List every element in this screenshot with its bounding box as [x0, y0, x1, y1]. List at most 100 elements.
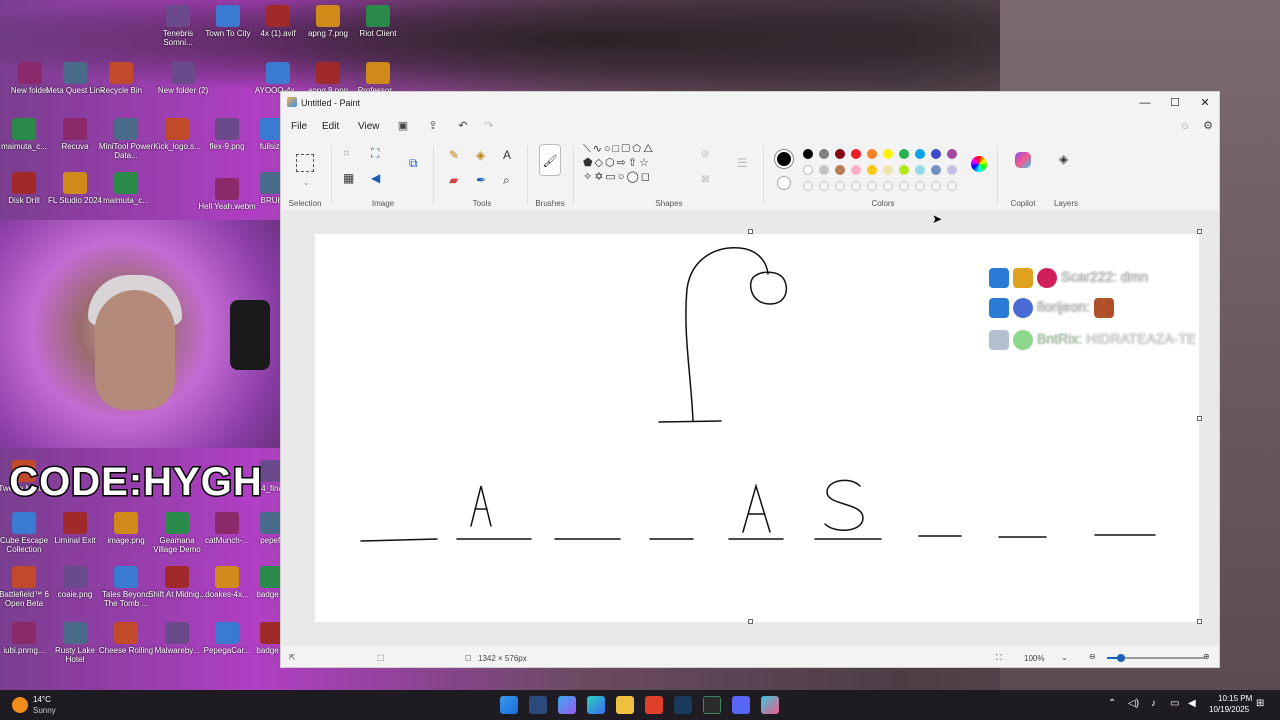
palette-swatch[interactable] [899, 165, 909, 175]
selection-icon[interactable] [296, 154, 314, 172]
tray-chevron-icon[interactable]: ⌃ [1108, 698, 1116, 709]
palette-empty-swatch[interactable] [835, 181, 845, 191]
selection-dropdown-icon[interactable]: ⌄ [303, 176, 310, 190]
pencil-icon[interactable]: ✎ [449, 148, 459, 162]
settings-icon[interactable]: ⚙ [1201, 119, 1215, 133]
zoom-in-icon[interactable]: ⊕ [1203, 652, 1210, 661]
edge-icon[interactable] [587, 696, 605, 714]
steam-icon[interactable] [674, 696, 692, 714]
resize-handle[interactable] [1197, 416, 1202, 421]
menu-file[interactable]: File [291, 121, 307, 132]
copilot-icon[interactable] [1015, 152, 1031, 168]
secondary-color-swatch[interactable] [777, 176, 791, 190]
network-icon[interactable]: ▭ [1170, 698, 1179, 709]
palette-swatch[interactable] [915, 149, 925, 159]
clock-date[interactable]: 10/19/2025 [1209, 705, 1249, 714]
discord-icon[interactable] [732, 696, 750, 714]
size-icon[interactable]: ☰ [737, 156, 748, 170]
zoom-slider[interactable] [1107, 654, 1205, 662]
palette-swatch[interactable] [867, 165, 877, 175]
palette-empty-swatch[interactable] [931, 181, 941, 191]
fill-style-icon[interactable]: ⊠ [701, 173, 709, 187]
select-all-icon[interactable]: ▦ [343, 171, 354, 185]
zoom-level[interactable]: 100% [1024, 654, 1044, 663]
start-icon[interactable] [500, 696, 518, 714]
palette-swatch[interactable] [835, 149, 845, 159]
notification-icon[interactable]: ⊞ [1256, 698, 1264, 709]
palette-swatch[interactable] [883, 165, 893, 175]
menu-edit[interactable]: Edit [322, 121, 339, 132]
magnifier-icon[interactable]: ⌕ [503, 173, 510, 187]
resize-handle[interactable] [1197, 619, 1202, 624]
microphone-icon[interactable]: ♪ [1151, 698, 1156, 709]
crop-icon[interactable]: ⌗ [343, 146, 350, 160]
palette-swatch[interactable] [915, 165, 925, 175]
desktop-icon[interactable]: maimuta_c... [96, 172, 156, 205]
brave-icon[interactable] [645, 696, 663, 714]
file-explorer-icon[interactable] [616, 696, 634, 714]
drawing-canvas[interactable]: A A S Scar222: dmn florijeon: BntRix: HI… [315, 234, 1199, 622]
palette-swatch[interactable] [851, 149, 861, 159]
primary-color-swatch[interactable] [775, 150, 793, 168]
account-icon[interactable]: ⊙ [1178, 119, 1192, 133]
share-icon[interactable]: ⇪ [426, 119, 440, 133]
palette-empty-swatch[interactable] [883, 181, 893, 191]
desktop-icon[interactable]: Riot Client [348, 5, 408, 38]
minimize-button[interactable]: — [1131, 94, 1159, 112]
palette-swatch[interactable] [867, 149, 877, 159]
palette-empty-swatch[interactable] [947, 181, 957, 191]
fill-icon[interactable]: ◈ [476, 148, 485, 162]
volume-icon[interactable]: ◀ [1188, 698, 1196, 709]
text-icon[interactable]: A [503, 148, 511, 162]
resize-handle[interactable] [1197, 229, 1202, 234]
paint-taskbar-icon[interactable] [761, 696, 779, 714]
fit-to-window-icon[interactable]: ⛶ [996, 653, 1002, 663]
palette-swatch[interactable] [803, 165, 813, 175]
speaker-icon[interactable]: ◁) [1128, 698, 1139, 709]
undo-icon[interactable]: ↶ [456, 119, 470, 133]
weather-icon[interactable] [12, 697, 28, 713]
close-button[interactable]: ✕ [1191, 94, 1219, 112]
zoom-dropdown-icon[interactable]: ⌄ [1061, 653, 1068, 662]
desktop-icon[interactable]: Recycle Bin [91, 62, 151, 95]
redo-icon[interactable]: ↷ [482, 119, 496, 133]
palette-swatch[interactable] [851, 165, 861, 175]
xbox-icon[interactable] [703, 696, 721, 714]
palette-swatch[interactable] [947, 149, 957, 159]
palette-swatch[interactable] [835, 165, 845, 175]
palette-empty-swatch[interactable] [851, 181, 861, 191]
resize-icon[interactable]: ⛶ [371, 146, 379, 160]
palette-swatch[interactable] [883, 149, 893, 159]
palette-empty-swatch[interactable] [867, 181, 877, 191]
palette-swatch[interactable] [931, 149, 941, 159]
shapes-gallery[interactable]: ⟍∿○□▢⬠△ ⬟◇⬡⇨⇧☆ ✧✡▭○◯◻ [583, 142, 683, 184]
outline-icon[interactable]: ⊘ [701, 148, 709, 162]
maximize-button[interactable]: ☐ [1161, 94, 1189, 112]
desktop-icon[interactable]: New folder (2) [153, 62, 213, 95]
palette-empty-swatch[interactable] [803, 181, 813, 191]
image-tool-icon[interactable]: ⧉ [409, 156, 418, 170]
rotate-icon[interactable]: ◀ [371, 171, 380, 185]
palette-empty-swatch[interactable] [915, 181, 925, 191]
brushes-icon[interactable]: 🖌 [539, 144, 561, 176]
save-icon[interactable]: ▣ [396, 119, 410, 133]
color-picker-icon[interactable]: ✒ [476, 173, 486, 187]
resize-handle[interactable] [748, 619, 753, 624]
menu-view[interactable]: View [358, 121, 380, 132]
edit-colors-icon[interactable] [971, 156, 987, 172]
palette-swatch[interactable] [931, 165, 941, 175]
palette-empty-swatch[interactable] [899, 181, 909, 191]
copilot-taskbar-icon[interactable] [558, 696, 576, 714]
palette-swatch[interactable] [819, 165, 829, 175]
palette-swatch[interactable] [899, 149, 909, 159]
palette-swatch[interactable] [819, 149, 829, 159]
palette-empty-swatch[interactable] [819, 181, 829, 191]
zoom-out-icon[interactable]: ⊖ [1089, 652, 1096, 661]
taskview-icon[interactable] [529, 696, 547, 714]
palette-swatch[interactable] [803, 149, 813, 159]
eraser-icon[interactable]: ▰ [449, 173, 458, 187]
resize-handle[interactable] [748, 229, 753, 234]
zoom-slider-knob[interactable] [1117, 654, 1125, 662]
clock-time[interactable]: 10:15 PM [1218, 694, 1252, 703]
palette-swatch[interactable] [947, 165, 957, 175]
